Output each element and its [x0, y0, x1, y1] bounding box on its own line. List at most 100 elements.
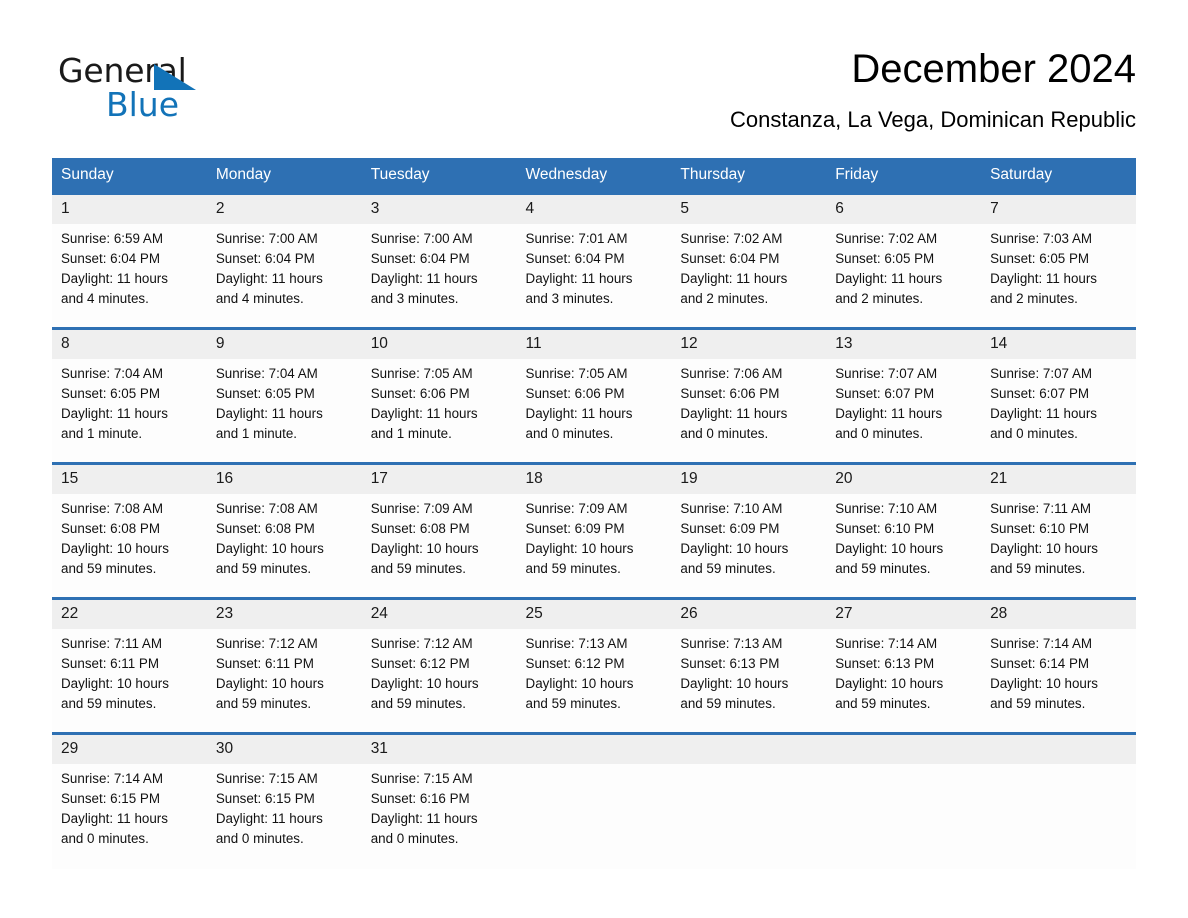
- daylight-text-line2: and 59 minutes.: [61, 561, 157, 576]
- day-cell[interactable]: 18 Sunrise: 7:09 AM Sunset: 6:09 PM Dayligh…: [516, 462, 672, 599]
- sunset-text: Sunset: 6:12 PM: [370, 656, 470, 671]
- daylight-text-line1: Daylight: 10 hours: [680, 676, 789, 691]
- daylight-text-line2: and 59 minutes.: [990, 561, 1086, 576]
- page-title: December 2024: [851, 47, 1136, 91]
- day-cell[interactable]: 24 Sunrise: 7:12 AM Sunset: 6:12 PM Dayligh…: [361, 597, 517, 734]
- sunset-text: Sunset: 6:08 PM: [370, 521, 470, 536]
- day-cell[interactable]: 16 Sunrise: 7:08 AM Sunset: 6:08 PM Dayligh…: [206, 462, 362, 599]
- day-cell[interactable]: 31 Sunrise: 7:15 AM Sunset: 6:16 PM Dayligh…: [361, 732, 517, 869]
- week-row: 22 Sunrise: 7:11 AM Sunset: 6:11 PM Dayligh…: [52, 597, 1136, 734]
- weekday-header-friday: Friday: [826, 158, 982, 194]
- day-cell[interactable]: 21 Sunrise: 7:11 AM Sunset: 6:10 PM Dayligh…: [981, 462, 1136, 599]
- calendar-page: General Blue December 2024 Constanza, La…: [0, 0, 1188, 918]
- day-number: 1: [52, 195, 207, 224]
- sunset-text: Sunset: 6:09 PM: [525, 521, 625, 536]
- daylight-text-line2: and 0 minutes.: [61, 831, 149, 846]
- day-number: 3: [361, 195, 517, 224]
- sunrise-text: Sunrise: 7:03 AM: [990, 231, 1093, 246]
- daylight-text-line1: Daylight: 10 hours: [61, 676, 169, 691]
- day-number: 11: [516, 330, 672, 359]
- sunset-text: Sunset: 6:08 PM: [61, 521, 160, 536]
- day-cell[interactable]: 14 Sunrise: 7:07 AM Sunset: 6:07 PM Dayligh…: [981, 327, 1136, 464]
- day-cell[interactable]: 27 Sunrise: 7:14 AM Sunset: 6:13 PM Dayligh…: [826, 597, 982, 734]
- day-cell[interactable]: 5 Sunrise: 7:02 AM Sunset: 6:04 PM Daylight…: [671, 192, 827, 329]
- day-number: 4: [516, 195, 672, 224]
- daylight-text-line1: Daylight: 11 hours: [680, 406, 788, 421]
- generalblue-logo[interactable]: General Blue: [58, 52, 288, 128]
- day-number: 22: [52, 600, 207, 629]
- sunset-text: Sunset: 6:10 PM: [990, 521, 1090, 536]
- sunrise-text: Sunrise: 7:00 AM: [215, 231, 318, 246]
- weekday-header-saturday: Saturday: [981, 158, 1136, 194]
- sunrise-text: Sunrise: 7:08 AM: [215, 501, 318, 516]
- daylight-text-line2: and 1 minute.: [370, 426, 452, 441]
- day-number: 28: [981, 600, 1136, 629]
- day-number: 13: [826, 330, 982, 359]
- daylight-text-line1: Daylight: 11 hours: [525, 271, 633, 286]
- sunset-text: Sunset: 6:07 PM: [835, 386, 935, 401]
- day-cell[interactable]: 13 Sunrise: 7:07 AM Sunset: 6:07 PM Dayligh…: [826, 327, 982, 464]
- sunset-text: Sunset: 6:04 PM: [61, 251, 160, 266]
- day-cell[interactable]: 29 Sunrise: 7:14 AM Sunset: 6:15 PM Dayligh…: [52, 732, 207, 869]
- weekday-header-monday: Monday: [206, 158, 362, 194]
- day-cell[interactable]: 19 Sunrise: 7:10 AM Sunset: 6:09 PM Dayligh…: [671, 462, 827, 599]
- day-cell[interactable]: 26 Sunrise: 7:13 AM Sunset: 6:13 PM Dayligh…: [671, 597, 827, 734]
- day-cell[interactable]: 12 Sunrise: 7:06 AM Sunset: 6:06 PM Dayligh…: [671, 327, 827, 464]
- day-cell[interactable]: 1 Sunrise: 6:59 AM Sunset: 6:04 PM Daylight…: [52, 192, 207, 329]
- sunrise-text: Sunrise: 7:14 AM: [61, 771, 163, 786]
- sunset-text: Sunset: 6:05 PM: [61, 386, 160, 401]
- day-cell[interactable]: 25 Sunrise: 7:13 AM Sunset: 6:12 PM Dayligh…: [516, 597, 672, 734]
- sunrise-text: Sunrise: 7:09 AM: [370, 501, 473, 516]
- day-number: 8: [52, 330, 207, 359]
- day-cell[interactable]: 6 Sunrise: 7:02 AM Sunset: 6:05 PM Daylight…: [826, 192, 982, 329]
- weekday-header-sunday: Sunday: [52, 158, 207, 194]
- day-cell[interactable]: 17 Sunrise: 7:09 AM Sunset: 6:08 PM Dayligh…: [361, 462, 517, 599]
- day-number: 14: [981, 330, 1136, 359]
- day-number: 27: [826, 600, 982, 629]
- day-cell[interactable]: 9 Sunrise: 7:04 AM Sunset: 6:05 PM Daylight…: [206, 327, 362, 464]
- sunrise-text: Sunrise: 7:15 AM: [215, 771, 318, 786]
- week-row: 1 Sunrise: 6:59 AM Sunset: 6:04 PM Daylight…: [52, 192, 1136, 329]
- page-header: General Blue December 2024 Constanza, La…: [52, 44, 1136, 144]
- logo-text-blue: Blue: [106, 85, 180, 124]
- day-cell[interactable]: 22 Sunrise: 7:11 AM Sunset: 6:11 PM Dayligh…: [52, 597, 207, 734]
- daylight-text-line1: Daylight: 11 hours: [990, 406, 1097, 421]
- sunset-text: Sunset: 6:16 PM: [370, 791, 470, 806]
- day-cell[interactable]: 23 Sunrise: 7:12 AM Sunset: 6:11 PM Dayligh…: [206, 597, 362, 734]
- day-cell[interactable]: 7 Sunrise: 7:03 AM Sunset: 6:05 PM Daylight…: [981, 192, 1136, 329]
- sunset-text: Sunset: 6:13 PM: [835, 656, 935, 671]
- daylight-text-line1: Daylight: 10 hours: [525, 541, 634, 556]
- day-cell[interactable]: 30 Sunrise: 7:15 AM Sunset: 6:15 PM Dayligh…: [206, 732, 362, 869]
- sunrise-text: Sunrise: 7:09 AM: [525, 501, 628, 516]
- day-cell[interactable]: 28 Sunrise: 7:14 AM Sunset: 6:14 PM Dayligh…: [981, 597, 1136, 734]
- day-number: 12: [671, 330, 827, 359]
- daylight-text-line1: Daylight: 10 hours: [680, 541, 789, 556]
- day-number: 2: [206, 195, 362, 224]
- day-cell[interactable]: 10 Sunrise: 7:05 AM Sunset: 6:06 PM Dayligh…: [361, 327, 517, 464]
- day-number: 24: [361, 600, 517, 629]
- day-cell[interactable]: 11 Sunrise: 7:05 AM Sunset: 6:06 PM Dayligh…: [516, 327, 672, 464]
- day-cell[interactable]: 2 Sunrise: 7:00 AM Sunset: 6:04 PM Daylight…: [206, 192, 362, 329]
- day-cell[interactable]: 8 Sunrise: 7:04 AM Sunset: 6:05 PM Daylight…: [52, 327, 207, 464]
- daylight-text-line2: and 1 minute.: [61, 426, 143, 441]
- day-cell[interactable]: 15 Sunrise: 7:08 AM Sunset: 6:08 PM Dayligh…: [52, 462, 207, 599]
- sunset-text: Sunset: 6:09 PM: [680, 521, 780, 536]
- day-number: 18: [516, 465, 672, 494]
- day-number: 6: [826, 195, 982, 224]
- day-number: 30: [206, 735, 362, 764]
- daylight-text-line1: Daylight: 11 hours: [61, 406, 168, 421]
- sunset-text: Sunset: 6:06 PM: [370, 386, 470, 401]
- day-cell[interactable]: 4 Sunrise: 7:01 AM Sunset: 6:04 PM Daylight…: [516, 192, 672, 329]
- sunset-text: Sunset: 6:04 PM: [525, 251, 625, 266]
- sunset-text: Sunset: 6:11 PM: [215, 656, 314, 671]
- sunrise-text: Sunrise: 7:05 AM: [525, 366, 628, 381]
- daylight-text-line2: and 59 minutes.: [525, 561, 621, 576]
- day-cell[interactable]: 20 Sunrise: 7:10 AM Sunset: 6:10 PM Dayligh…: [826, 462, 982, 599]
- daylight-text-line1: Daylight: 11 hours: [835, 406, 943, 421]
- sunset-text: Sunset: 6:04 PM: [215, 251, 315, 266]
- sunset-text: Sunset: 6:13 PM: [680, 656, 780, 671]
- day-cell[interactable]: 3 Sunrise: 7:00 AM Sunset: 6:04 PM Daylight…: [361, 192, 517, 329]
- daylight-text-line1: Daylight: 10 hours: [215, 541, 324, 556]
- sunrise-text: Sunrise: 7:13 AM: [525, 636, 628, 651]
- week-row: 8 Sunrise: 7:04 AM Sunset: 6:05 PM Daylight…: [52, 327, 1136, 464]
